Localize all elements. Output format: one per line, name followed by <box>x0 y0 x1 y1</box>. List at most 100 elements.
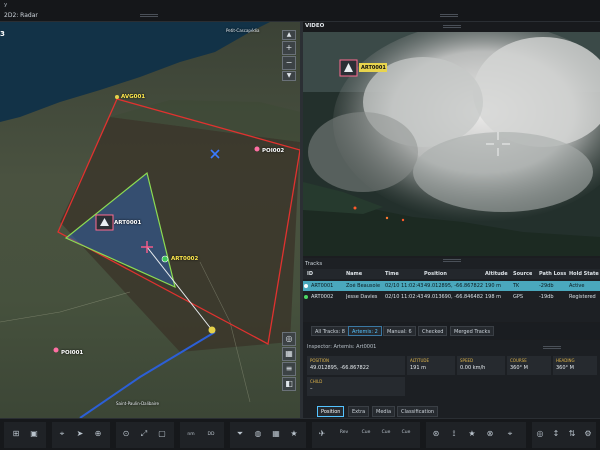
compass-icon[interactable]: ◎ <box>534 428 546 440</box>
zoom-search-icon[interactable]: ⊕ <box>92 428 104 440</box>
track-status-dot <box>304 284 308 288</box>
track-position: 49.012895, -66.867822 <box>424 283 484 289</box>
table-row[interactable]: ART0001 Zoé Beausoie 02/10 11:02:43 49.0… <box>303 281 600 291</box>
rev-button[interactable]: Rev <box>338 430 350 448</box>
window-label: y <box>4 2 8 8</box>
field-label: COURSE <box>510 358 527 363</box>
field-label: HEADING <box>556 358 575 363</box>
track-source: GPS <box>513 294 524 300</box>
track-time: 02/10 11:02:43 <box>385 294 423 300</box>
track-position: 49.013690, -66.846482 <box>424 294 484 300</box>
marker-label-art0002[interactable]: ART0002 <box>171 256 198 262</box>
field-label: SPEED <box>460 358 474 363</box>
pan-down-button[interactable]: ▼ <box>282 71 296 81</box>
marker-label-avg001[interactable]: AVG001 <box>121 94 145 100</box>
panel-grip[interactable] <box>443 259 461 262</box>
pan-up-button[interactable]: ▲ <box>282 30 296 40</box>
toolbar-group: nm DD <box>180 422 224 448</box>
tab-classification[interactable]: Classification <box>397 406 439 417</box>
column-header-hold-state[interactable]: Hold State <box>569 271 599 277</box>
legend-icon[interactable]: ≡ <box>282 362 296 376</box>
star-icon[interactable]: ★ <box>288 428 300 440</box>
column-header-altitude[interactable]: Altitude <box>485 271 508 277</box>
marker-label-art0001[interactable]: ART0001 <box>114 220 141 226</box>
column-header-time[interactable]: Time <box>385 271 399 277</box>
frame-icon[interactable]: ▢ <box>156 428 168 440</box>
ruler-icon[interactable]: ◧ <box>282 377 296 391</box>
track-id: ART0001 <box>311 283 334 289</box>
video-title: VIDEO <box>305 23 325 29</box>
layers-icon[interactable]: ◎ <box>282 332 296 346</box>
map-corner-label: 3 <box>0 30 5 38</box>
map-controls: ▲ + − ▼ <box>282 30 296 82</box>
tab-media[interactable]: Media <box>372 406 396 417</box>
toolbar-group: ⊞ ▣ <box>4 422 46 448</box>
map-layer-buttons: ◎ ▦ ≡ ◧ <box>282 332 296 392</box>
tab-checked[interactable]: Checked <box>418 326 448 336</box>
marker-label-poi001[interactable]: POI001 <box>61 350 83 356</box>
tab-position[interactable]: Position <box>317 406 345 417</box>
globe-icon[interactable]: ◍ <box>252 428 264 440</box>
save-icon[interactable]: ▣ <box>28 428 40 440</box>
video-feed[interactable]: ART0001 <box>303 32 600 256</box>
map-tools-icon[interactable]: ⊞ <box>10 428 22 440</box>
toolbar-group: ◎ ↕ ⇅ ⚙ <box>532 422 596 448</box>
column-header-name[interactable]: Name <box>346 271 362 277</box>
drone-icon[interactable]: ✈ <box>316 428 328 440</box>
column-header-position[interactable]: Position <box>424 271 447 277</box>
crosshair-icon[interactable]: ⌖ <box>504 428 516 440</box>
track-source: TK <box>513 283 520 289</box>
column-header-path-loss[interactable]: Path Loss <box>539 271 566 277</box>
sort-icon[interactable]: ↕ <box>550 428 562 440</box>
filter-icon[interactable]: ⏷ <box>234 428 246 440</box>
track-id: ART0002 <box>311 294 334 300</box>
expand-icon[interactable]: ⤢ <box>138 428 150 440</box>
grid-icon[interactable]: ▦ <box>282 347 296 361</box>
column-header-source[interactable]: Source <box>513 271 532 277</box>
favorite-icon[interactable]: ★ <box>466 428 478 440</box>
tab-merged-tracks[interactable]: Merged Tracks <box>450 326 495 336</box>
field-label: POSITION <box>310 358 330 363</box>
panel-grip[interactable] <box>140 14 158 17</box>
panel-grip[interactable] <box>443 25 461 28</box>
coord-format-button[interactable]: DD <box>205 432 217 450</box>
column-header-id[interactable]: ID <box>307 271 313 277</box>
fit-zoom-icon[interactable]: ⊙ <box>120 428 132 440</box>
panel-grip[interactable] <box>440 14 458 17</box>
tab-all-tracks[interactable]: All Tracks: 8 <box>311 326 349 336</box>
navigate-icon[interactable]: ➤ <box>74 428 86 440</box>
settings-icon[interactable]: ⚙ <box>582 428 594 440</box>
panel-grip[interactable] <box>543 346 561 349</box>
field-heading: HEADING 360° M <box>553 356 597 375</box>
zoom-out-button[interactable]: − <box>282 56 296 70</box>
field-speed: SPEED 0.00 km/h <box>457 356 505 375</box>
tab-extra[interactable]: Extra <box>348 406 370 417</box>
layers-grid-icon[interactable]: ▦ <box>270 428 282 440</box>
adjust-icon[interactable]: ⇅ <box>566 428 578 440</box>
field-value: 191 m <box>410 365 427 371</box>
field-position: POSITION 49.012895, -66.867822 <box>307 356 405 375</box>
cue-button-3[interactable]: Cue <box>400 430 412 448</box>
tracks-panel: Tracks ID Name Time Position Altitude So… <box>303 258 600 322</box>
tab-artemis[interactable]: Artemis: 2 <box>348 326 382 336</box>
sensor-icon[interactable]: ⊗ <box>484 428 496 440</box>
cue-button-2[interactable]: Cue <box>380 430 392 448</box>
radar-map[interactable]: 3 AVG001 POI002 ART0001 ART0002 POI001 P… <box>0 22 300 418</box>
target-icon[interactable]: ⊛ <box>430 428 442 440</box>
video-header: VIDEO <box>303 22 600 32</box>
field-label: ALTITUDE <box>410 358 430 363</box>
table-row[interactable]: ART0002 Jesse Davies 02/10 11:02:43 49.0… <box>303 292 600 302</box>
measure-icon[interactable]: ⌖ <box>56 428 68 440</box>
tab-manual[interactable]: Manual: 6 <box>383 326 416 336</box>
marker-label-poi002[interactable]: POI002 <box>262 148 284 154</box>
antenna-icon[interactable]: ⟟ <box>448 428 460 440</box>
units-nm-button[interactable]: nm <box>185 432 197 450</box>
view-title[interactable]: 2D2: Radar <box>4 12 38 19</box>
track-name: Zoé Beausoie <box>346 283 381 289</box>
zoom-in-button[interactable]: + <box>282 41 296 55</box>
field-value: – <box>310 386 313 392</box>
video-target-label[interactable]: ART0001 <box>361 65 386 71</box>
cue-button-1[interactable]: Cue <box>360 430 372 448</box>
track-hold-state: Registered <box>569 294 596 300</box>
toolbar-group: ✈ Rev Cue Cue Cue <box>312 422 420 448</box>
